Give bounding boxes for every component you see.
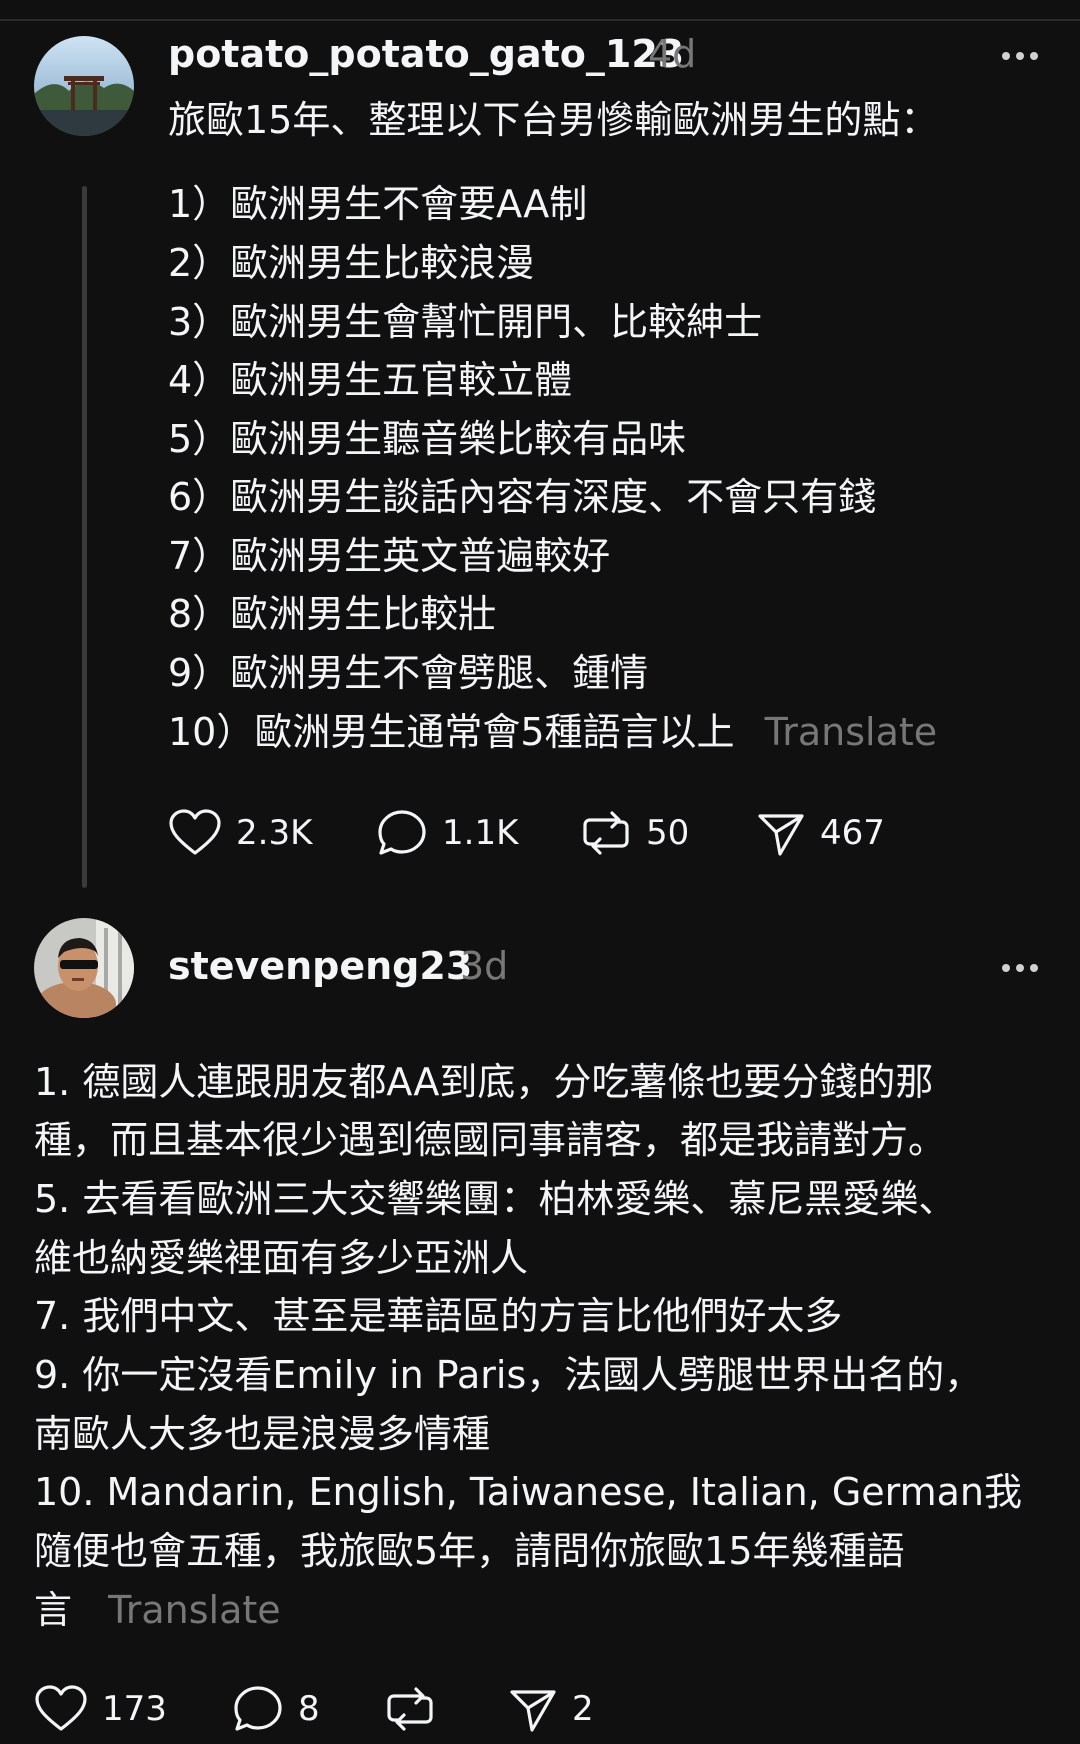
avatar[interactable] <box>34 918 134 1018</box>
more-icon[interactable] <box>1000 962 1040 974</box>
comment-icon <box>378 810 426 855</box>
list-item: 1）歐洲男生不會要AA制 <box>168 182 588 226</box>
reply-line: 9. 你一定沒看Emily in Paris，法國人劈腿世界出名的， <box>34 1353 983 1397</box>
translate-link[interactable]: Translate <box>108 1588 281 1632</box>
post-intro: 旅歐15年、整理以下台男慘輸歐洲男生的點： <box>168 98 939 142</box>
list-item: 3）歐洲男生會幫忙開門、比較紳士 <box>168 300 763 344</box>
avatar-image <box>34 918 134 1018</box>
share-button[interactable]: 467 <box>756 808 885 858</box>
more-icon[interactable] <box>1000 50 1040 62</box>
list-item: 6）歐洲男生談話內容有深度、不會只有錢 <box>168 475 877 519</box>
heart-icon <box>35 1685 87 1731</box>
reply-line: 言 Translate <box>34 1588 281 1632</box>
heart-icon <box>169 809 221 855</box>
list-item: 9）歐洲男生不會劈腿、鍾情 <box>168 651 649 695</box>
like-count: 173 <box>102 1689 167 1729</box>
reply-count: 8 <box>298 1689 320 1729</box>
reply-line: 種，而且基本很少遇到德國同事請客，都是我請對方。 <box>34 1118 947 1162</box>
list-item: 2）歐洲男生比較浪漫 <box>168 241 535 285</box>
post-username[interactable]: potato_potato_gato_123 <box>168 32 684 76</box>
list-item: 8）歐洲男生比較壯 <box>168 592 497 636</box>
divider <box>0 19 1080 21</box>
list-item: 4）歐洲男生五官較立體 <box>168 358 573 402</box>
list-item: 10）歐洲男生通常會5種語言以上 Translate <box>168 710 937 754</box>
reply-username[interactable]: stevenpeng23 <box>168 944 472 988</box>
reply-button[interactable]: 1.1K <box>376 808 518 858</box>
translate-link[interactable]: Translate <box>765 710 938 754</box>
reply-timestamp: 3d <box>460 944 509 988</box>
like-button[interactable]: 173 <box>34 1684 167 1734</box>
share-count: 467 <box>820 813 885 853</box>
send-icon <box>510 1690 556 1732</box>
repost-icon <box>583 811 629 855</box>
thread-line <box>82 186 87 888</box>
share-count: 2 <box>572 1689 594 1729</box>
reply-line: 南歐人大多也是浪漫多情種 <box>34 1412 491 1456</box>
avatar[interactable] <box>34 36 134 136</box>
reply-count: 1.1K <box>442 813 519 853</box>
like-button[interactable]: 2.3K <box>168 808 312 858</box>
list-item: 7）歐洲男生英文普遍較好 <box>168 534 611 578</box>
list-item: 5）歐洲男生聽音樂比較有品味 <box>168 417 687 461</box>
repost-count: 50 <box>646 813 690 853</box>
repost-button[interactable] <box>384 1684 436 1734</box>
reply-line: 7. 我們中文、甚至是華語區的方言比他們好太多 <box>34 1294 843 1338</box>
share-button[interactable]: 2 <box>508 1684 594 1734</box>
list-item-text: 10）歐洲男生通常會5種語言以上 <box>168 710 735 754</box>
reply-button[interactable]: 8 <box>232 1684 320 1734</box>
comment-icon <box>234 1686 282 1731</box>
reply-line-text: 言 <box>34 1588 73 1632</box>
send-icon <box>758 814 804 856</box>
reply-line: 隨便也會五種，我旅歐5年，請問你旅歐15年幾種語 <box>34 1529 905 1573</box>
post-timestamp: 4d <box>648 32 697 76</box>
reply-line: 10. Mandarin, English, Taiwanese, Italia… <box>34 1470 1023 1514</box>
like-count: 2.3K <box>236 813 313 853</box>
repost-icon <box>387 1687 433 1731</box>
repost-button[interactable]: 50 <box>580 808 689 858</box>
avatar-image <box>34 36 134 136</box>
reply-line: 1. 德國人連跟朋友都AA到底，分吃薯條也要分錢的那 <box>34 1060 934 1104</box>
reply-line: 維也納愛樂裡面有多少亞洲人 <box>34 1236 529 1280</box>
reply-line: 5. 去看看歐洲三大交響樂團：柏林愛樂、慕尼黑愛樂、 <box>34 1177 957 1221</box>
